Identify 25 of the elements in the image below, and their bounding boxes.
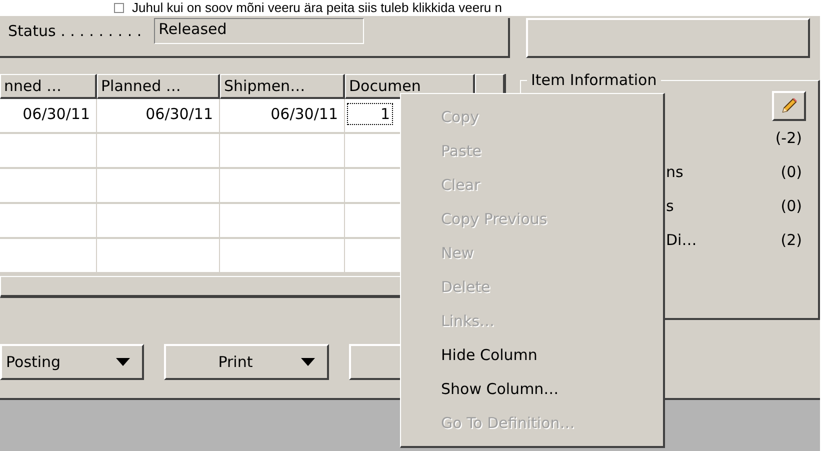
caret-icon (301, 358, 315, 366)
pencil-icon (780, 97, 798, 115)
checkbox-bullet (114, 3, 124, 13)
info-count: (0) (780, 163, 802, 181)
caret-icon (116, 358, 130, 366)
menu-item[interactable]: Hide Column (401, 338, 663, 372)
dropdown-button[interactable]: Print (164, 344, 329, 380)
column-header[interactable]: Shipmen… (220, 74, 345, 99)
edit-button[interactable] (772, 91, 806, 121)
info-label[interactable]: ns (666, 163, 684, 181)
info-count: (0) (780, 197, 802, 215)
document-text: Juhul kui on soov mõni veeru ära peita siis tuleb klikkida veeru n (132, 0, 502, 16)
table-cell: 06/30/11 (0, 99, 97, 134)
info-label[interactable]: Di… (666, 231, 697, 249)
menu-item[interactable]: Show Column… (401, 372, 663, 406)
table-cell: 06/30/11 (97, 99, 220, 134)
table-cell: 06/30/11 (220, 99, 345, 134)
info-count: (2) (780, 231, 802, 249)
info-label[interactable]: s (666, 197, 674, 215)
column-header[interactable]: nned … (0, 74, 97, 99)
column-header[interactable]: Planned … (97, 74, 220, 99)
status-field[interactable]: Released (154, 18, 364, 44)
dropdown-button[interactable]: Posting (0, 344, 144, 380)
info-count: (-2) (775, 129, 802, 147)
status-label: Status . . . . . . . . . (8, 21, 142, 40)
